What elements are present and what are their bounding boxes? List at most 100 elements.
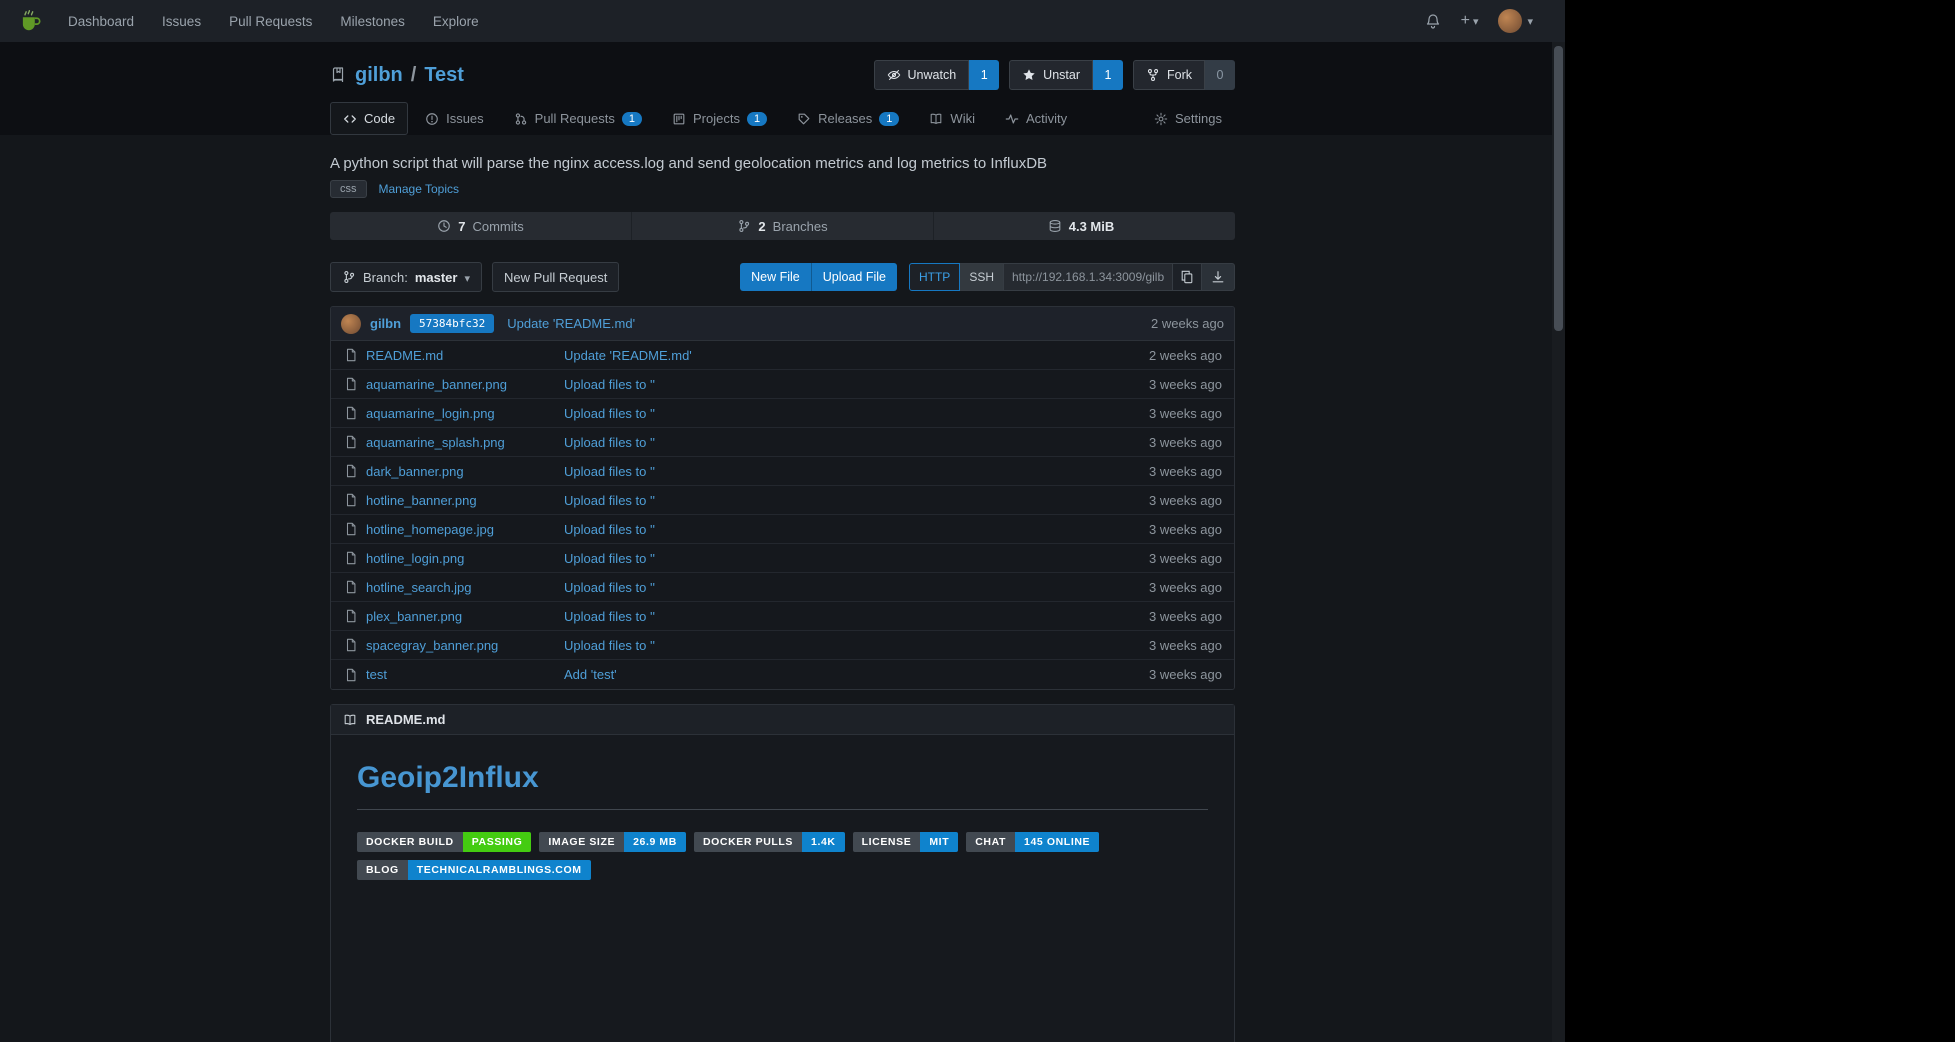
avatar — [1498, 9, 1522, 33]
repo-action-button[interactable]: Unstar — [1009, 60, 1093, 90]
file-name-link[interactable]: aquamarine_banner.png — [366, 377, 507, 392]
repo-action-button[interactable]: Fork — [1133, 60, 1205, 90]
tab-list: Code Issues Pull Requests — [330, 102, 1080, 135]
nav-item[interactable]: Milestones — [340, 14, 405, 29]
file-name-cell: aquamarine_banner.png — [331, 377, 564, 392]
repo-name-link[interactable]: Test — [424, 64, 464, 87]
clone-url-input[interactable] — [1003, 263, 1173, 291]
readme-badges-row-1: DOCKER BUILD PASSING IMAGE SIZE 26.9 MB … — [357, 832, 1208, 852]
file-name-link[interactable]: hotline_login.png — [366, 551, 464, 566]
upload-file-button[interactable]: Upload File — [811, 263, 897, 291]
table-row: hotline_homepage.jpg Upload files to '' … — [331, 515, 1234, 544]
file-name-link[interactable]: hotline_banner.png — [366, 493, 477, 508]
file-icon — [344, 493, 358, 507]
file-name-link[interactable]: hotline_homepage.jpg — [366, 522, 494, 537]
file-commit-message-link[interactable]: Upload files to '' — [564, 638, 655, 653]
file-table: gilbn 57384bfc32 Update 'README.md' 2 we… — [330, 306, 1235, 690]
nav-item[interactable]: Explore — [433, 14, 479, 29]
repo-tab[interactable]: Projects 1 — [659, 102, 780, 135]
file-name-link[interactable]: hotline_search.jpg — [366, 580, 472, 595]
file-name-cell: dark_banner.png — [331, 464, 564, 479]
nav-right: + — [1425, 9, 1547, 33]
book-icon — [343, 713, 357, 727]
shield-badge[interactable]: LICENSE MIT — [853, 832, 959, 852]
http-protocol-button[interactable]: HTTP — [909, 263, 960, 291]
latest-commit-bar: gilbn 57384bfc32 Update 'README.md' 2 we… — [331, 307, 1234, 341]
file-commit-cell: Update 'README.md' — [564, 348, 1104, 363]
repo-tabs: Code Issues Pull Requests — [330, 102, 1235, 135]
chevron-down-icon — [464, 270, 470, 285]
repo-action-count[interactable]: 0 — [1205, 60, 1235, 90]
shield-badge[interactable]: DOCKER PULLS 1.4K — [694, 832, 845, 852]
commit-sha-badge[interactable]: 57384bfc32 — [410, 314, 494, 333]
tab-settings[interactable]: Settings — [1141, 102, 1235, 135]
copy-url-button[interactable] — [1172, 263, 1202, 291]
create-new-button[interactable]: + — [1461, 12, 1479, 30]
new-pull-request-button[interactable]: New Pull Request — [492, 262, 619, 292]
commit-message-link[interactable]: Update 'README.md' — [507, 316, 635, 331]
browser-viewport: Dashboard Issues Pull Requests Milestone… — [0, 0, 1565, 1042]
file-commit-message-link[interactable]: Upload files to '' — [564, 377, 655, 392]
nav-item[interactable]: Issues — [162, 14, 201, 29]
file-commit-cell: Upload files to '' — [564, 551, 1104, 566]
repo-action-label: Fork — [1167, 68, 1192, 82]
branch-selector-button[interactable]: Branch: master — [330, 262, 482, 292]
repo-stat[interactable]: 2 Branches — [631, 212, 933, 240]
file-list: README.md Update 'README.md' 2 weeks ago — [331, 341, 1234, 689]
repo-owner-link[interactable]: gilbn — [355, 64, 403, 87]
manage-topics-link[interactable]: Manage Topics — [379, 182, 460, 196]
shield-badge[interactable]: IMAGE SIZE 26.9 MB — [539, 832, 686, 852]
file-commit-message-link[interactable]: Add 'test' — [564, 667, 617, 682]
repo-action-button[interactable]: Unwatch — [874, 60, 970, 90]
nav-item[interactable]: Pull Requests — [229, 14, 312, 29]
topic-chip[interactable]: css — [330, 180, 367, 198]
file-name-link[interactable]: plex_banner.png — [366, 609, 462, 624]
repo-stat[interactable]: 7 Commits — [330, 212, 631, 240]
code-icon — [343, 112, 357, 126]
shield-badge[interactable]: CHAT 145 ONLINE — [966, 832, 1099, 852]
repo-action-count[interactable]: 1 — [1093, 60, 1123, 90]
file-name-link[interactable]: README.md — [366, 348, 443, 363]
file-commit-message-link[interactable]: Upload files to '' — [564, 551, 655, 566]
repo-tab[interactable]: Code — [330, 102, 408, 135]
download-button[interactable] — [1201, 263, 1235, 291]
shield-badge[interactable]: DOCKER BUILD PASSING — [357, 832, 531, 852]
repo-tab[interactable]: Wiki — [916, 102, 988, 135]
repo-stat[interactable]: 4.3 MiB — [933, 212, 1235, 240]
notifications-button[interactable] — [1425, 13, 1441, 29]
repo-tab[interactable]: Releases 1 — [784, 102, 912, 135]
user-menu-button[interactable] — [1498, 9, 1533, 33]
repo-action-count[interactable]: 1 — [969, 60, 999, 90]
gitea-logo-icon[interactable] — [18, 8, 44, 34]
repo-action-group: Unstar 1 — [1009, 60, 1123, 90]
file-commit-message-link[interactable]: Update 'README.md' — [564, 348, 692, 363]
file-name-link[interactable]: aquamarine_splash.png — [366, 435, 505, 450]
file-commit-message-link[interactable]: Upload files to '' — [564, 435, 655, 450]
repo-action-group: Fork 0 — [1133, 60, 1235, 90]
tag-icon — [797, 112, 811, 126]
file-commit-message-link[interactable]: Upload files to '' — [564, 493, 655, 508]
shield-badge[interactable]: BLOG TECHNICALRAMBLINGS.COM — [357, 860, 591, 880]
file-name-link[interactable]: test — [366, 667, 387, 682]
file-commit-cell: Upload files to '' — [564, 377, 1104, 392]
repo-tab[interactable]: Issues — [412, 102, 497, 135]
new-file-button[interactable]: New File — [740, 263, 811, 291]
file-commit-message-link[interactable]: Upload files to '' — [564, 609, 655, 624]
file-icon — [344, 551, 358, 565]
scrollbar-thumb[interactable] — [1554, 46, 1563, 331]
commit-author-avatar[interactable] — [341, 314, 361, 334]
file-name-link[interactable]: aquamarine_login.png — [366, 406, 495, 421]
badge-label: BLOG — [357, 860, 408, 880]
file-name-link[interactable]: spacegray_banner.png — [366, 638, 498, 653]
file-name-link[interactable]: dark_banner.png — [366, 464, 464, 479]
file-commit-message-link[interactable]: Upload files to '' — [564, 406, 655, 421]
repo-tab[interactable]: Pull Requests 1 — [501, 102, 655, 135]
path-separator: / — [411, 64, 417, 87]
nav-item[interactable]: Dashboard — [68, 14, 134, 29]
repo-tab[interactable]: Activity — [992, 102, 1080, 135]
file-commit-message-link[interactable]: Upload files to '' — [564, 580, 655, 595]
ssh-protocol-button[interactable]: SSH — [959, 263, 1004, 291]
commit-author-link[interactable]: gilbn — [370, 316, 401, 331]
file-commit-message-link[interactable]: Upload files to '' — [564, 522, 655, 537]
file-commit-message-link[interactable]: Upload files to '' — [564, 464, 655, 479]
